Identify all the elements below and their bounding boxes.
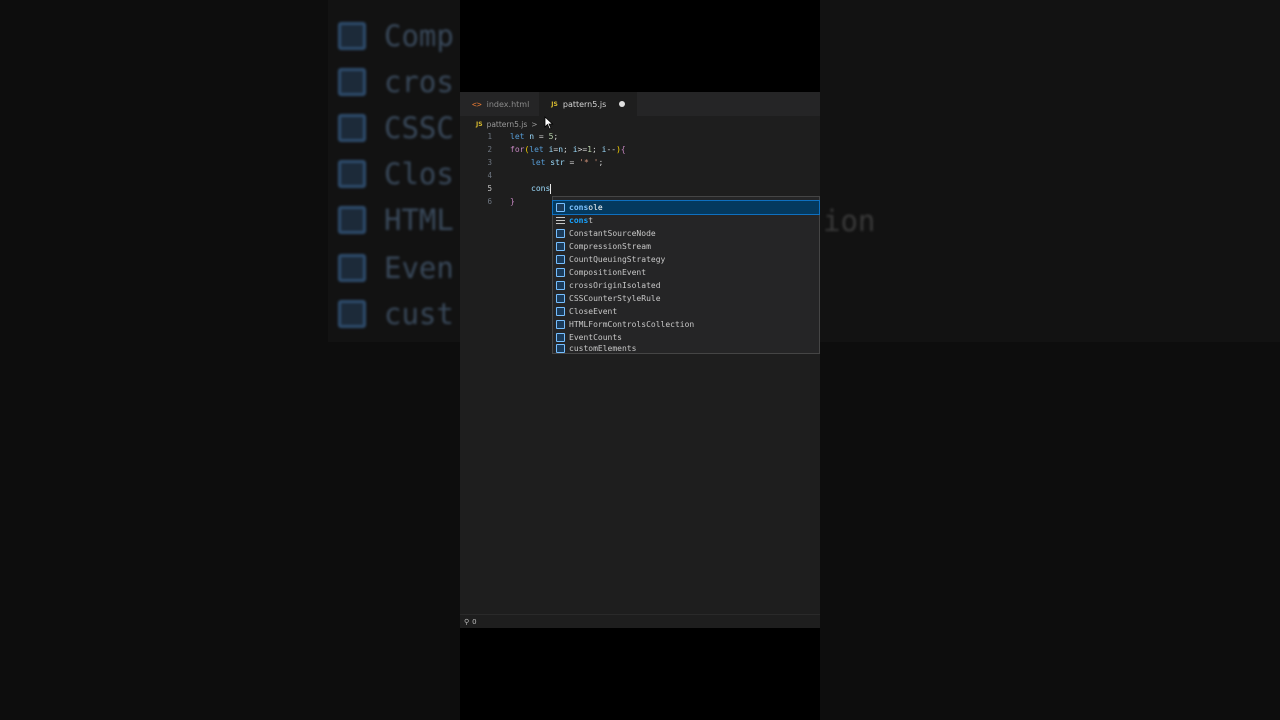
tab-index-html[interactable]: <> index.html bbox=[460, 92, 539, 116]
js-file-icon: JS bbox=[551, 100, 558, 108]
bg-item: Even bbox=[338, 248, 454, 288]
bg-item-label: Comp bbox=[384, 19, 454, 53]
mouse-pointer-icon bbox=[544, 116, 554, 130]
unsaved-dot-icon[interactable] bbox=[619, 101, 626, 107]
variable-icon bbox=[556, 320, 565, 329]
bg-item-label: cust bbox=[384, 297, 454, 331]
variable-icon bbox=[338, 300, 366, 328]
variable-icon bbox=[556, 307, 565, 316]
breadcrumb-separator: > bbox=[531, 119, 538, 129]
bg-item-label: Clos bbox=[384, 157, 454, 191]
variable-icon bbox=[338, 114, 366, 142]
suggestion-item[interactable]: CloseEvent bbox=[553, 305, 819, 318]
js-file-icon: JS bbox=[476, 120, 483, 128]
variable-icon bbox=[556, 229, 565, 238]
line-number: 6 bbox=[487, 197, 492, 206]
line-text: cons bbox=[531, 183, 552, 194]
code-line: 3 let str = '* '; bbox=[460, 156, 820, 169]
suggestion-label: EventCounts bbox=[569, 333, 622, 342]
variable-icon bbox=[556, 344, 565, 353]
variable-icon bbox=[556, 203, 565, 212]
suggestion-label: crossOriginIsolated bbox=[569, 281, 661, 290]
line-number: 3 bbox=[487, 158, 492, 167]
code-line: 2 for(let i=n; i>=1; i--){ bbox=[460, 143, 820, 156]
tab-pattern5-js[interactable]: JS pattern5.js bbox=[539, 92, 638, 116]
keyword-icon bbox=[556, 217, 565, 224]
bg-item-label: Even bbox=[384, 251, 454, 285]
bg-item-label: cros bbox=[384, 65, 454, 99]
ports-count[interactable]: 0 bbox=[472, 618, 476, 626]
bg-item: Comp bbox=[338, 16, 454, 56]
suggestion-label: ConstantSourceNode bbox=[569, 229, 656, 238]
suggestion-label: CloseEvent bbox=[569, 307, 618, 316]
variable-icon bbox=[556, 281, 565, 290]
suggestion-label: CompositionEvent bbox=[569, 268, 647, 277]
line-number: 1 bbox=[487, 132, 492, 141]
breadcrumb-file[interactable]: pattern5.js bbox=[487, 120, 528, 129]
line-number: 2 bbox=[487, 145, 492, 154]
suggestion-label: const bbox=[569, 216, 594, 225]
html-file-icon: <> bbox=[472, 99, 482, 109]
tab-label: pattern5.js bbox=[562, 99, 607, 109]
code-line: 1 let n = 5; bbox=[460, 130, 820, 143]
suggestion-item[interactable]: customElements bbox=[553, 344, 819, 353]
suggestion-item[interactable]: EventCounts bbox=[553, 331, 819, 344]
line-text: let str = '* '; bbox=[531, 158, 604, 167]
suggestion-item[interactable]: console bbox=[552, 200, 820, 215]
variable-icon bbox=[556, 294, 565, 303]
variable-icon bbox=[556, 242, 565, 251]
suggestion-item[interactable]: CompressionStream bbox=[553, 240, 819, 253]
variable-icon bbox=[556, 268, 565, 277]
bg-item: Clos bbox=[338, 154, 454, 194]
text-caret bbox=[550, 183, 552, 194]
line-text: for(let i=n; i>=1; i--){ bbox=[510, 145, 626, 154]
suggestion-item[interactable]: ConstantSourceNode bbox=[553, 227, 819, 240]
tab-bar: <> index.html JS pattern5.js bbox=[460, 92, 820, 116]
tab-label: index.html bbox=[486, 99, 530, 109]
suggestion-label: CountQueuingStrategy bbox=[569, 255, 666, 264]
autocomplete-suggestions: console const ConstantSourceNode Compres… bbox=[552, 196, 820, 354]
bg-trail-text: ion bbox=[823, 204, 876, 238]
suggestion-item[interactable]: CountQueuingStrategy bbox=[553, 253, 819, 266]
ports-icon[interactable]: ⚲ bbox=[464, 618, 469, 626]
code-editor: <> index.html JS pattern5.js JS pattern5… bbox=[460, 92, 820, 628]
bg-item: cros bbox=[338, 62, 454, 102]
variable-icon bbox=[556, 255, 565, 264]
line-text: let n = 5; bbox=[510, 132, 559, 141]
suggestion-item[interactable]: CSSCounterStyleRule bbox=[553, 292, 819, 305]
suggestion-label: console bbox=[569, 203, 603, 212]
suggestion-item[interactable]: const bbox=[553, 214, 819, 227]
bg-item: HTML bbox=[338, 200, 454, 240]
suggestion-item[interactable]: crossOriginIsolated bbox=[553, 279, 819, 292]
variable-icon bbox=[338, 68, 366, 96]
suggestion-label: customElements bbox=[569, 344, 637, 353]
suggestion-label: CompressionStream bbox=[569, 242, 651, 251]
status-bar: ⚲ 0 bbox=[460, 614, 820, 628]
code-line: 4 bbox=[460, 169, 820, 182]
suggestion-item[interactable]: CompositionEvent bbox=[553, 266, 819, 279]
variable-icon bbox=[338, 206, 366, 234]
bg-item: CSSC bbox=[338, 108, 454, 148]
suggestion-label: HTMLFormControlsCollection bbox=[569, 320, 695, 329]
bg-item-label: CSSC bbox=[384, 111, 454, 145]
breadcrumb: JS pattern5.js > bbox=[476, 118, 538, 130]
variable-icon bbox=[338, 22, 366, 50]
variable-icon bbox=[338, 254, 366, 282]
suggestion-label: CSSCounterStyleRule bbox=[569, 294, 661, 303]
bg-item-label: HTML bbox=[384, 203, 454, 237]
suggestion-item[interactable]: HTMLFormControlsCollection bbox=[553, 318, 819, 331]
code-line: 5 cons bbox=[460, 182, 820, 195]
variable-icon bbox=[338, 160, 366, 188]
bg-item: cust bbox=[338, 294, 454, 334]
variable-icon bbox=[556, 333, 565, 342]
line-number: 5 bbox=[487, 184, 492, 193]
line-text: } bbox=[510, 197, 515, 206]
line-number: 4 bbox=[487, 171, 492, 180]
